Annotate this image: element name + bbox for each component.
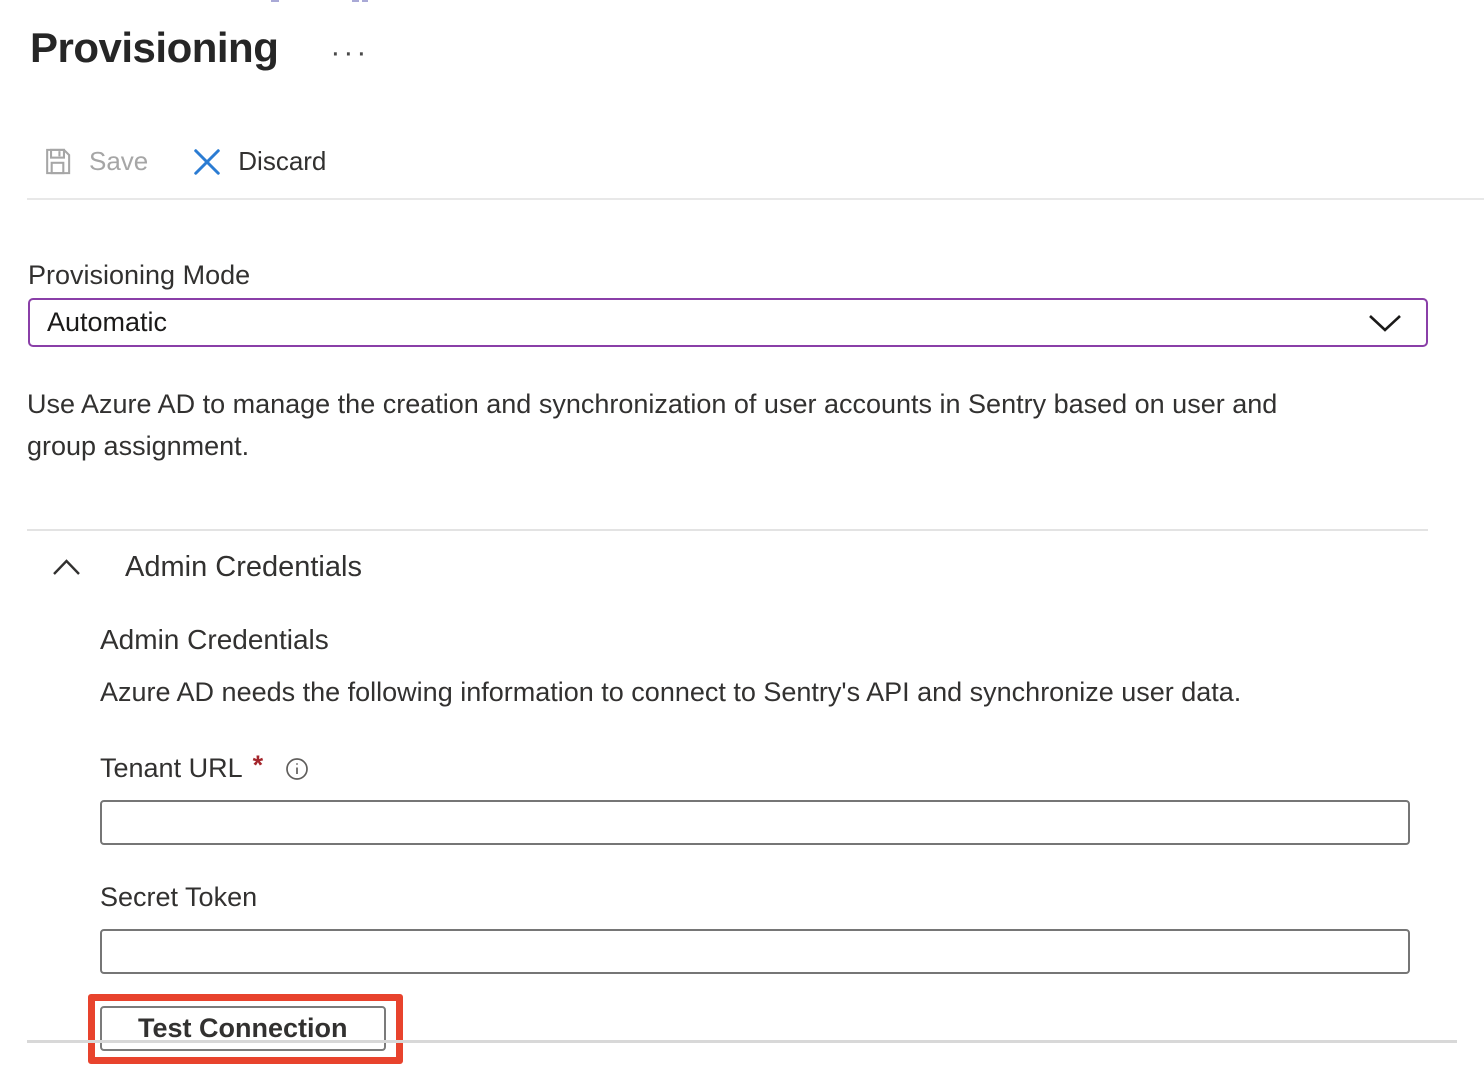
command-bar: Save Discard <box>42 146 326 177</box>
admin-credentials-description: Azure AD needs the following information… <box>100 677 1410 708</box>
tenant-url-input[interactable] <box>100 800 1410 845</box>
info-icon[interactable] <box>285 757 309 781</box>
chevron-up-icon <box>52 559 81 576</box>
secret-token-label: Secret Token <box>100 882 257 913</box>
test-connection-button[interactable]: Test Connection <box>100 1006 386 1051</box>
clipped-breadcrumb <box>0 0 1484 3</box>
red-highlight-annotation: Test Connection <box>88 994 403 1064</box>
more-options-icon[interactable]: ··· <box>330 28 369 68</box>
secret-token-input[interactable] <box>100 929 1410 974</box>
section-title: Admin Credentials <box>125 551 362 584</box>
provisioning-page: Provisioning ··· Save Discard <box>0 0 1484 1078</box>
tenant-url-label-row: Tenant URL * <box>100 753 1410 784</box>
secret-token-label-row: Secret Token <box>100 882 1410 913</box>
admin-credentials-subheading: Admin Credentials <box>100 624 1410 656</box>
chevron-down-icon <box>1368 313 1402 333</box>
bottom-divider <box>27 1040 1457 1043</box>
discard-button[interactable]: Discard <box>192 146 326 177</box>
provisioning-mode-value: Automatic <box>47 307 167 338</box>
toolbar-divider <box>27 198 1484 200</box>
save-button[interactable]: Save <box>42 146 148 177</box>
page-header: Provisioning ··· <box>30 24 369 72</box>
save-icon <box>42 146 73 177</box>
page-title: Provisioning <box>30 24 278 72</box>
provisioning-mode-label: Provisioning Mode <box>28 260 250 291</box>
tenant-url-label: Tenant URL <box>100 753 243 784</box>
section-divider <box>27 529 1428 531</box>
admin-credentials-body: Admin Credentials Azure AD needs the fol… <box>100 624 1410 1064</box>
discard-x-icon <box>192 147 222 177</box>
provisioning-mode-dropdown[interactable]: Automatic <box>28 298 1428 347</box>
admin-credentials-section-header[interactable]: Admin Credentials <box>52 551 362 584</box>
intro-text: Use Azure AD to manage the creation and … <box>27 383 1337 467</box>
required-asterisk: * <box>251 750 264 781</box>
save-label: Save <box>89 146 148 177</box>
discard-label: Discard <box>238 146 326 177</box>
